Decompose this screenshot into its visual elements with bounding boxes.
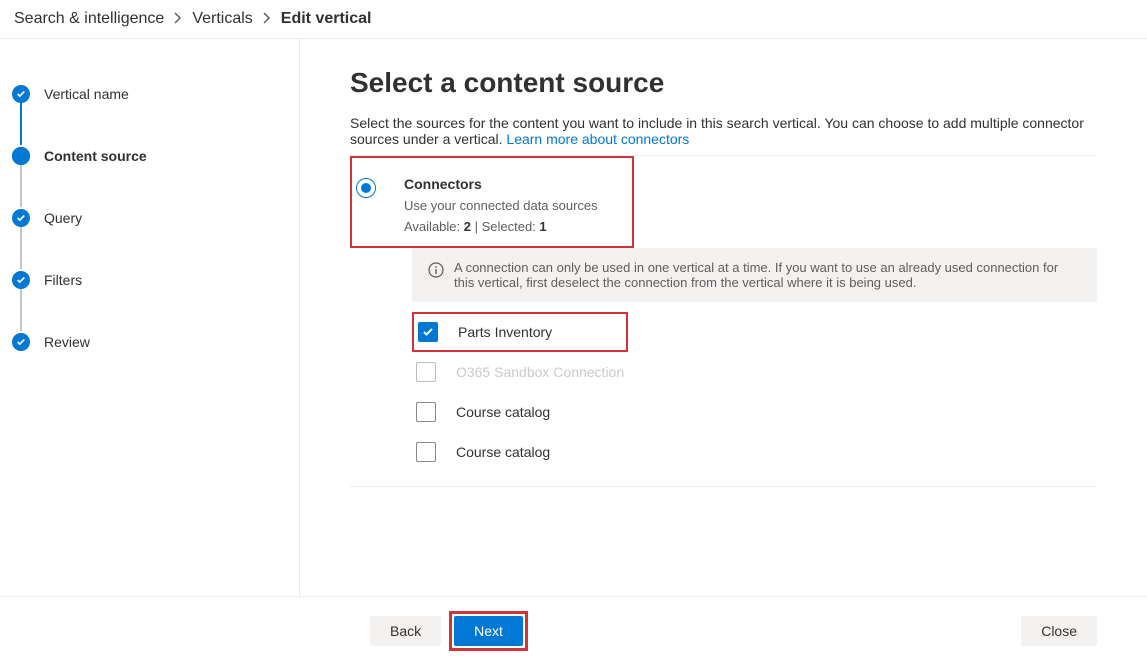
next-button[interactable]: Next xyxy=(454,616,523,646)
connector-o365-sandbox: O365 Sandbox Connection xyxy=(412,352,1097,392)
source-connectors-option[interactable]: Connectors Use your connected data sourc… xyxy=(352,158,632,246)
check-circle-icon xyxy=(12,209,30,227)
step-content-source[interactable]: Content source xyxy=(12,145,279,167)
check-circle-icon xyxy=(12,333,30,351)
content-source-card: Connectors Use your connected data sourc… xyxy=(350,155,1097,487)
info-message: A connection can only be used in one ver… xyxy=(412,248,1097,302)
step-connector-line xyxy=(20,287,22,331)
source-subtitle: Use your connected data sources xyxy=(404,198,598,213)
intro-text: Select the sources for the content you w… xyxy=(350,115,1097,147)
step-label: Content source xyxy=(44,148,147,164)
breadcrumb-root[interactable]: Search & intelligence xyxy=(14,10,164,28)
divider xyxy=(350,486,1097,487)
wizard-steps-rail: Vertical name Content source Query Filte… xyxy=(0,39,300,596)
learn-more-link[interactable]: Learn more about connectors xyxy=(506,131,689,147)
step-vertical-name[interactable]: Vertical name xyxy=(12,83,279,105)
chevron-right-icon xyxy=(263,12,271,27)
breadcrumb-verticals[interactable]: Verticals xyxy=(192,10,252,28)
source-meta: Available: 2 | Selected: 1 xyxy=(404,219,598,234)
step-label: Filters xyxy=(44,272,82,288)
step-label: Query xyxy=(44,210,82,226)
checkbox-unchecked-icon[interactable] xyxy=(416,442,436,462)
step-connector-line xyxy=(20,225,22,269)
back-button[interactable]: Back xyxy=(370,616,441,646)
info-icon xyxy=(428,260,444,290)
step-filters[interactable]: Filters xyxy=(12,269,279,291)
connector-list: Parts Inventory O365 Sandbox Connection … xyxy=(412,312,1097,472)
connector-label: Course catalog xyxy=(456,404,550,420)
checkbox-unchecked-icon[interactable] xyxy=(416,402,436,422)
checkbox-unchecked-icon xyxy=(416,362,436,382)
close-button[interactable]: Close xyxy=(1021,616,1097,646)
breadcrumb-current: Edit vertical xyxy=(281,10,372,28)
step-label: Vertical name xyxy=(44,86,129,102)
connector-course-catalog-2[interactable]: Course catalog xyxy=(412,432,1097,472)
connector-parts-inventory[interactable]: Parts Inventory xyxy=(416,314,554,350)
breadcrumb: Search & intelligence Verticals Edit ver… xyxy=(0,0,1147,39)
connector-label: Parts Inventory xyxy=(458,324,552,340)
step-connector-line xyxy=(20,101,22,145)
step-query[interactable]: Query xyxy=(12,207,279,229)
check-circle-icon xyxy=(12,271,30,289)
intro-body: Select the sources for the content you w… xyxy=(350,115,1084,147)
main-panel: Select a content source Select the sourc… xyxy=(300,39,1147,596)
wizard-footer: Back Next Close xyxy=(0,596,1147,665)
radio-selected-icon[interactable] xyxy=(356,178,376,198)
chevron-right-icon xyxy=(174,12,182,27)
step-connector-line xyxy=(20,163,22,207)
source-title: Connectors xyxy=(404,176,598,192)
info-text: A connection can only be used in one ver… xyxy=(454,260,1081,290)
step-label: Review xyxy=(44,334,90,350)
checkbox-checked-icon[interactable] xyxy=(418,322,438,342)
connector-course-catalog[interactable]: Course catalog xyxy=(412,392,1097,432)
connector-label: O365 Sandbox Connection xyxy=(456,364,624,380)
check-circle-icon xyxy=(12,85,30,103)
connector-label: Course catalog xyxy=(456,444,550,460)
step-review[interactable]: Review xyxy=(12,331,279,353)
active-step-icon xyxy=(12,147,30,165)
page-title: Select a content source xyxy=(350,67,1097,99)
